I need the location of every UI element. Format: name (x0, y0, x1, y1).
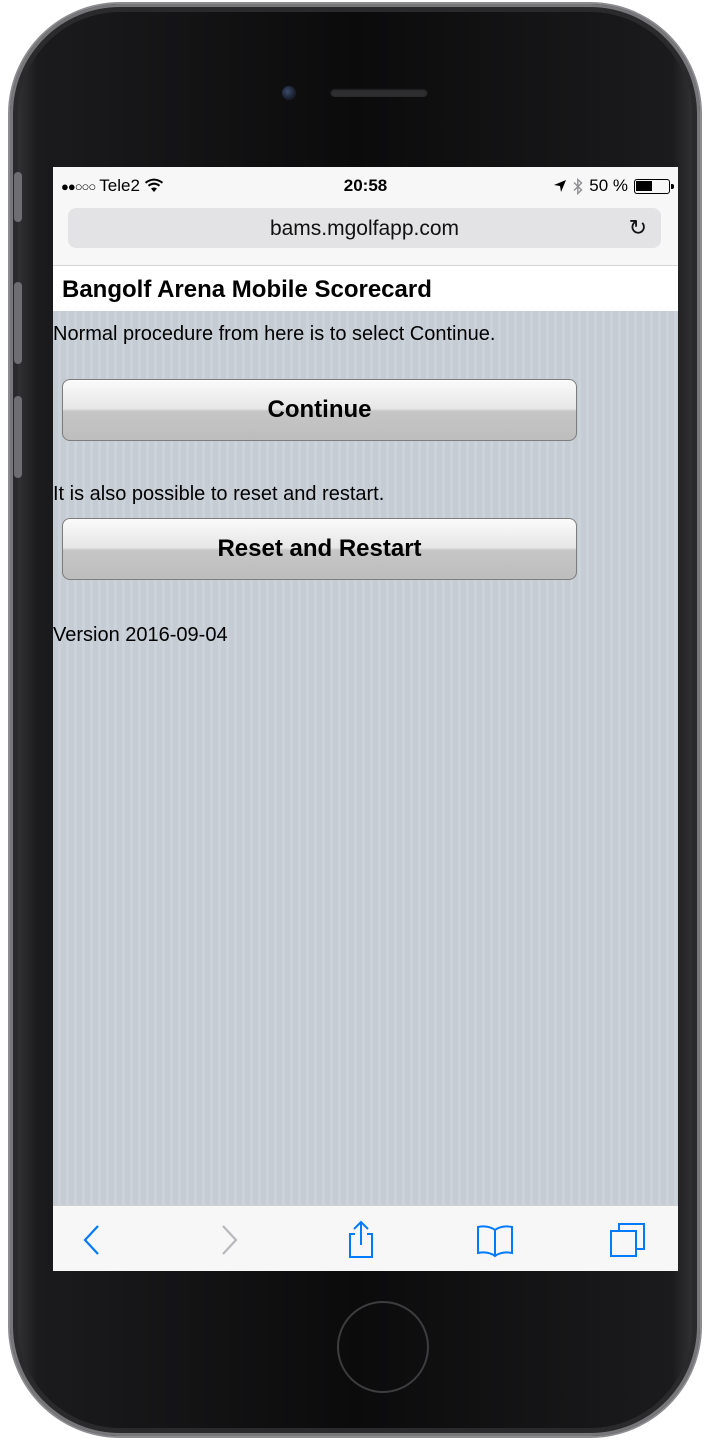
share-icon[interactable] (341, 1220, 381, 1260)
continue-button[interactable]: Continue (62, 379, 577, 441)
chevron-right-icon[interactable] (208, 1220, 248, 1260)
chevron-left-icon[interactable] (73, 1220, 113, 1260)
reset-hint: It is also possible to reset and restart… (53, 483, 385, 505)
reset-and-restart-button[interactable]: Reset and Restart (62, 518, 577, 580)
page-title: Bangolf Arena Mobile Scorecard (62, 276, 432, 303)
url-text[interactable]: bams.mgolfapp.com (68, 217, 661, 241)
volume-up-button (14, 282, 22, 364)
front-camera (282, 86, 296, 100)
earpiece-speaker (330, 88, 428, 97)
volume-down-button (14, 396, 22, 478)
location-arrow-icon (554, 180, 567, 192)
browser-toolbar (53, 1205, 678, 1271)
reload-icon[interactable]: ↻ (629, 215, 647, 241)
page-content: Normal procedure from here is to select … (53, 311, 678, 1205)
status-bar: ●●○○○ Tele2 20:58 50 % (53, 167, 678, 203)
bluetooth-icon (573, 177, 583, 195)
address-bar[interactable]: bams.mgolfapp.com ↻ (68, 208, 661, 248)
status-right: 50 % (553, 176, 674, 196)
home-button[interactable] (337, 1301, 429, 1393)
mute-switch (14, 172, 22, 222)
tabs-icon[interactable] (608, 1220, 648, 1260)
battery-nub (671, 183, 674, 189)
continue-hint: Normal procedure from here is to select … (53, 323, 496, 345)
battery-level (636, 180, 652, 191)
book-icon[interactable] (475, 1220, 515, 1260)
version-text: Version 2016-09-04 (53, 624, 228, 646)
battery-percent: 50 % (589, 176, 628, 195)
battery-icon (634, 178, 674, 194)
screen: ●●○○○ Tele2 20:58 50 % bams.mgolfapp.com… (53, 167, 678, 1271)
device-frame: ●●○○○ Tele2 20:58 50 % bams.mgolfapp.com… (0, 0, 707, 1440)
page-header: Bangolf Arena Mobile Scorecard (53, 265, 678, 312)
